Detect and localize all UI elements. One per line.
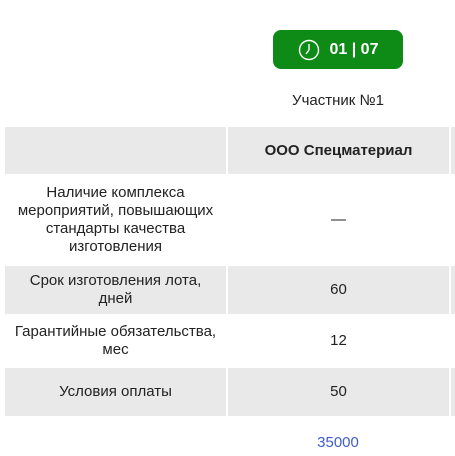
table-row: Условия оплаты 50	[5, 368, 455, 416]
row-value: 60	[228, 266, 449, 314]
participant-label: Участник №1	[292, 92, 384, 109]
row-label: Гарантийные обязательства, мес	[5, 316, 226, 366]
table-row: Гарантийные обязательства, мес 12	[5, 316, 455, 366]
table-row: Срок изготовления лота, дней 60	[5, 266, 455, 314]
timer-label: 01 | 07	[329, 40, 379, 58]
table-row: Наличие комплекса мероприятий, повышающи…	[5, 176, 455, 264]
next-column-edge	[451, 266, 455, 314]
row-label: Наличие комплекса мероприятий, повышающи…	[5, 176, 226, 264]
row-value: 12	[228, 316, 449, 366]
next-column-edge	[451, 176, 455, 264]
price-link[interactable]: 35000	[228, 434, 448, 451]
next-column-edge	[451, 316, 455, 366]
header-empty-cell	[5, 127, 226, 174]
clock-icon	[298, 39, 320, 61]
timer-badge: 01 | 07	[273, 30, 403, 69]
next-column-edge	[451, 127, 455, 174]
company-name: ООО Спецматериал	[228, 127, 449, 174]
row-label: Срок изготовления лота, дней	[5, 266, 226, 314]
row-value: —	[228, 176, 449, 264]
table-header-row: ООО Спецматериал	[5, 127, 455, 174]
next-column-edge	[451, 368, 455, 416]
row-label: Условия оплаты	[5, 368, 226, 416]
row-value: 50	[228, 368, 449, 416]
